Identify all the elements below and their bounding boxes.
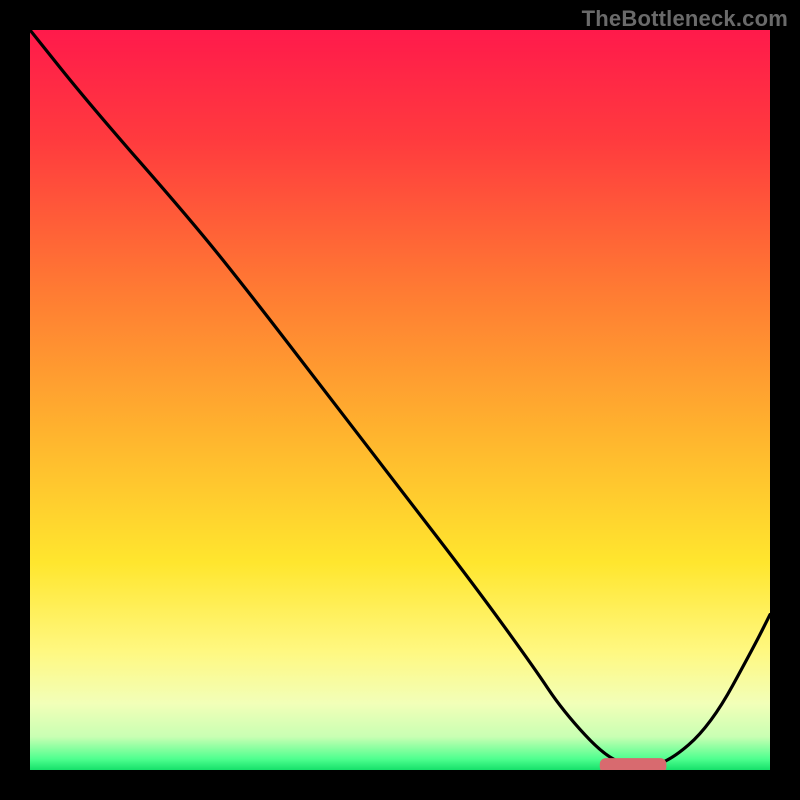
optimal-marker — [600, 758, 667, 770]
heat-background — [30, 30, 770, 770]
bottleneck-chart — [30, 30, 770, 770]
watermark-label: TheBottleneck.com — [582, 6, 788, 32]
chart-frame: TheBottleneck.com — [0, 0, 800, 800]
